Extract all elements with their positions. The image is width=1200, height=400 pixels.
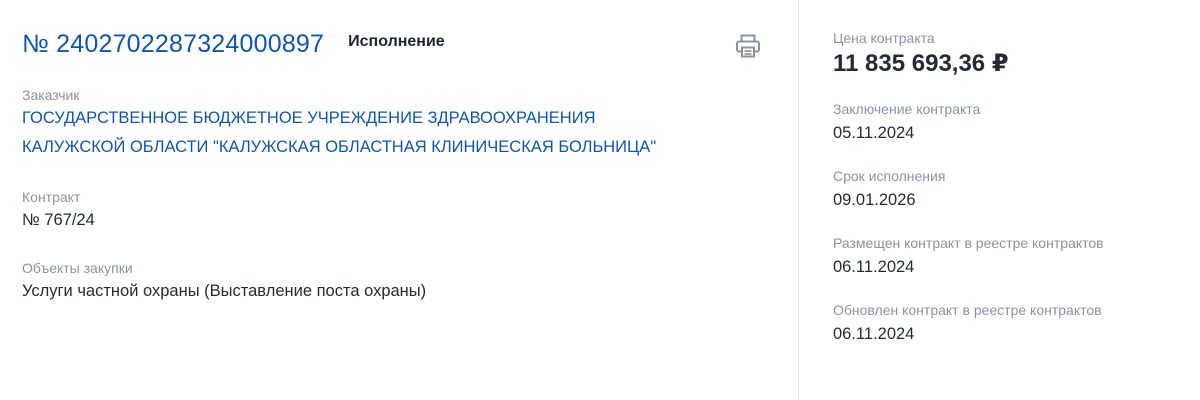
- objects-value: Услуги частной охраны (Выставление поста…: [22, 282, 427, 300]
- customer-name-line-2[interactable]: КАЛУЖСКОЙ ОБЛАСТИ "КАЛУЖСКАЯ ОБЛАСТНАЯ К…: [22, 133, 798, 162]
- conclusion-label: Заключение контракта: [833, 101, 981, 117]
- conclusion-date: 05.11.2024: [833, 124, 915, 142]
- contract-card: № 2402702287324000897 Исполнение Заказчи…: [0, 0, 1200, 400]
- price-block: Цена контракта 11 835 693,36 ₽: [833, 29, 1200, 79]
- execution-date: 09.01.2026: [833, 191, 916, 209]
- objects-section: Объекты закупки Услуги частной охраны (В…: [22, 259, 798, 306]
- status-badge: Исполнение: [348, 33, 445, 50]
- contract-value: № 767/24: [22, 211, 95, 229]
- contract-number-link[interactable]: № 2402702287324000897: [22, 30, 324, 59]
- contract-main-info: № 2402702287324000897 Исполнение Заказчи…: [0, 0, 798, 400]
- updated-block: Обновлен контракт в реестре контрактов 0…: [833, 301, 1200, 347]
- updated-label: Обновлен контракт в реестре контрактов: [833, 302, 1102, 318]
- placed-block: Размещен контракт в реестре контрактов 0…: [833, 234, 1200, 280]
- updated-date: 06.11.2024: [833, 325, 915, 343]
- contract-side-info: Цена контракта 11 835 693,36 ₽ Заключени…: [799, 0, 1200, 400]
- objects-label: Объекты закупки: [22, 260, 133, 276]
- conclusion-block: Заключение контракта 05.11.2024: [833, 100, 1200, 146]
- execution-block: Срок исполнения 09.01.2026: [833, 167, 1200, 213]
- printer-icon[interactable]: [734, 33, 762, 59]
- contract-section: Контракт № 767/24: [22, 188, 798, 235]
- contract-header: № 2402702287324000897 Исполнение: [22, 28, 798, 60]
- printer-icon-svg: [736, 34, 760, 58]
- price-label: Цена контракта: [833, 30, 935, 46]
- customer-name-line-1[interactable]: ГОСУДАРСТВЕННОЕ БЮДЖЕТНОЕ УЧРЕЖДЕНИЕ ЗДР…: [22, 104, 798, 133]
- customer-section: Заказчик ГОСУДАРСТВЕННОЕ БЮДЖЕТНОЕ УЧРЕЖ…: [22, 86, 798, 162]
- customer-name-link[interactable]: ГОСУДАРСТВЕННОЕ БЮДЖЕТНОЕ УЧРЕЖДЕНИЕ ЗДР…: [22, 104, 798, 162]
- price-value: 11 835 693,36 ₽: [833, 50, 1009, 77]
- contract-label: Контракт: [22, 189, 81, 205]
- placed-date: 06.11.2024: [833, 258, 915, 276]
- placed-label: Размещен контракт в реестре контрактов: [833, 235, 1104, 251]
- execution-label: Срок исполнения: [833, 168, 946, 184]
- customer-label: Заказчик: [22, 87, 80, 103]
